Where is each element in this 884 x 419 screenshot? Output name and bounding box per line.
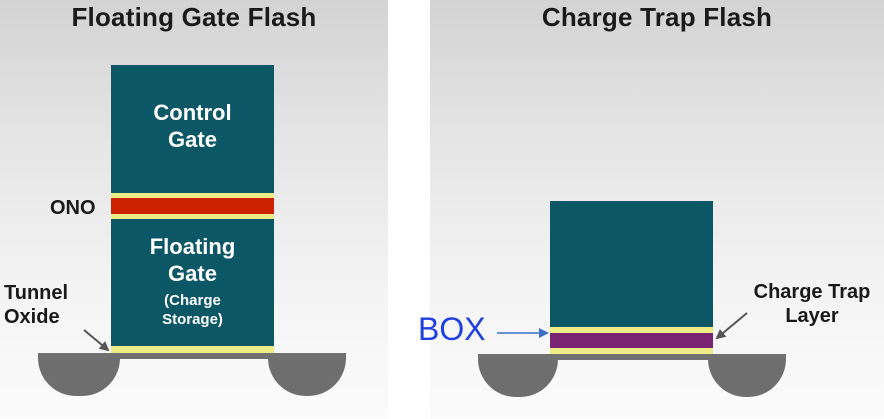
tunnel-oxide-arrow	[83, 329, 110, 352]
pointer-arrows	[83, 312, 748, 352]
charge-trap-arrow	[715, 312, 748, 340]
